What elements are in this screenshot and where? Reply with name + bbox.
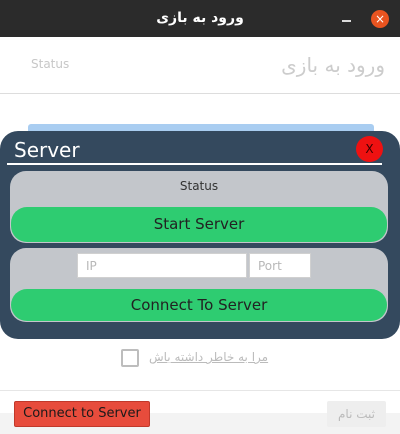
ip-input[interactable] [77, 253, 247, 278]
connect-panel: Connect To Server [10, 248, 388, 322]
minimize-icon[interactable] [340, 8, 354, 28]
footer-divider [0, 390, 400, 391]
dialog-title-underline [7, 163, 382, 165]
status-label: Status [31, 57, 70, 71]
connect-to-server-button[interactable]: Connect to Server [14, 401, 150, 427]
page-heading: ورود به بازی [281, 53, 385, 77]
start-server-panel: Status Start Server [10, 171, 388, 243]
start-server-button[interactable]: Start Server [11, 207, 387, 242]
register-button[interactable]: ثبت نام [327, 401, 386, 427]
dialog-title: Server [14, 138, 80, 162]
server-status-label: Status [179, 179, 219, 193]
connect-to-server-dialog-button[interactable]: Connect To Server [11, 289, 387, 321]
header-divider [0, 93, 400, 94]
close-window-icon[interactable]: × [371, 10, 389, 28]
server-dialog: Server X Status Start Server Connect To … [0, 131, 400, 339]
port-input[interactable] [249, 253, 311, 278]
dialog-close-button[interactable]: X [356, 136, 383, 162]
remember-me-checkbox[interactable] [121, 349, 139, 367]
remember-me-label[interactable]: مرا به خاطر داشته باش [149, 350, 289, 364]
title-bar: ورود به بازی × [0, 0, 400, 37]
